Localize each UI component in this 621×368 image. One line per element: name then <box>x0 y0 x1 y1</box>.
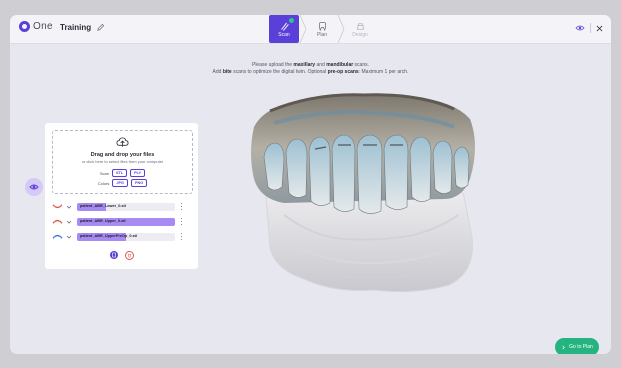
file-name: patient_ABR_Lower_0.stl <box>80 203 126 208</box>
file-name: patient_ABR_Upper_0.stl <box>80 218 126 223</box>
file-progress-bar: patient_ABR_Lower_0.stl <box>77 202 175 211</box>
app-logo[interactable]: One <box>19 21 53 32</box>
visibility-toggle-button[interactable] <box>25 178 43 196</box>
more-options-icon[interactable] <box>181 233 183 240</box>
more-options-icon[interactable] <box>181 218 183 225</box>
top-bar: One Training Scan Plan Design <box>10 15 611 44</box>
step-scan-label: Scan <box>278 31 290 38</box>
go-to-plan-button[interactable]: Go to Plan <box>555 338 599 354</box>
preop-jaw-icon <box>52 234 63 239</box>
scan-icon <box>280 22 289 31</box>
upload-instructions: Please upload the maxillary and mandibul… <box>10 62 611 76</box>
format-chip-stl: STL <box>111 169 128 177</box>
step-plan-label: Plan <box>316 31 327 38</box>
file-progress-bar: patient_ABR_Upper_0.stl <box>77 217 175 226</box>
scan-formats-row: Scan STL PLY <box>53 169 192 177</box>
file-icon <box>112 252 116 258</box>
chevron-down-icon[interactable] <box>66 234 72 240</box>
project-name: Training <box>60 23 92 32</box>
step-design-label: Design <box>352 31 368 38</box>
file-dropzone[interactable]: Drag and drop your files or click here t… <box>52 130 193 194</box>
format-chip-jpg: JPG <box>112 179 128 187</box>
step-scan[interactable]: Scan <box>269 15 299 43</box>
lower-jaw-icon <box>52 204 63 209</box>
delete-files-button[interactable] <box>125 251 134 260</box>
upload-panel: Drag and drop your files or click here t… <box>45 123 198 269</box>
format-chip-png: PNG <box>130 179 148 187</box>
step-separator-icon <box>337 15 345 43</box>
eye-icon <box>29 184 39 190</box>
chevron-down-icon[interactable] <box>66 219 72 225</box>
logo-icon <box>19 21 30 32</box>
file-name: patient_ABR_UpperPreOp_0.stl <box>80 233 137 238</box>
file-row: patient_ABR_Lower_0.stl <box>52 202 192 211</box>
app-window: One Training Scan Plan Design Please upl… <box>10 15 611 354</box>
chevron-right-icon <box>562 345 565 349</box>
dental-scan-3d-view[interactable] <box>214 87 482 295</box>
color-formats-row: Colors JPG PNG <box>53 179 192 187</box>
header-divider <box>590 23 591 33</box>
go-to-plan-label: Go to Plan <box>569 344 593 350</box>
dropzone-subtitle: or click here to select files from your … <box>81 159 164 164</box>
format-chip-ply: PLY <box>130 169 146 177</box>
instructions-line-1: Please upload the maxillary and mandibul… <box>251 62 370 68</box>
more-options-icon[interactable] <box>181 203 183 210</box>
file-row: patient_ABR_Upper_0.stl <box>52 217 192 226</box>
step-separator-icon <box>299 15 307 43</box>
workflow-steps: Scan Plan Design <box>269 15 375 43</box>
tooth-icon <box>318 21 326 31</box>
step-design: Design <box>345 15 375 43</box>
dropzone-title: Drag and drop your files <box>90 152 155 158</box>
file-row: patient_ABR_UpperPreOp_0.stl <box>52 232 192 241</box>
chevron-down-icon[interactable] <box>66 204 72 210</box>
header-actions <box>575 23 603 33</box>
color-formats-label: Colors <box>97 180 110 186</box>
logo-text: One <box>33 21 53 32</box>
eye-icon[interactable] <box>575 24 585 32</box>
close-icon[interactable] <box>596 25 603 32</box>
upper-jaw-icon <box>52 219 63 224</box>
scan-formats-label: Scan <box>99 170 109 176</box>
add-file-button[interactable] <box>110 251 118 259</box>
step-plan[interactable]: Plan <box>307 15 337 43</box>
file-progress-bar: patient_ABR_UpperPreOp_0.stl <box>77 232 175 241</box>
upload-cloud-icon <box>116 137 129 147</box>
instructions-line-2: Add bite scans to optimize the digital t… <box>212 69 409 75</box>
edit-pencil-icon[interactable] <box>96 23 105 32</box>
design-icon <box>356 22 364 30</box>
check-icon <box>289 18 294 23</box>
trash-icon <box>127 254 132 258</box>
